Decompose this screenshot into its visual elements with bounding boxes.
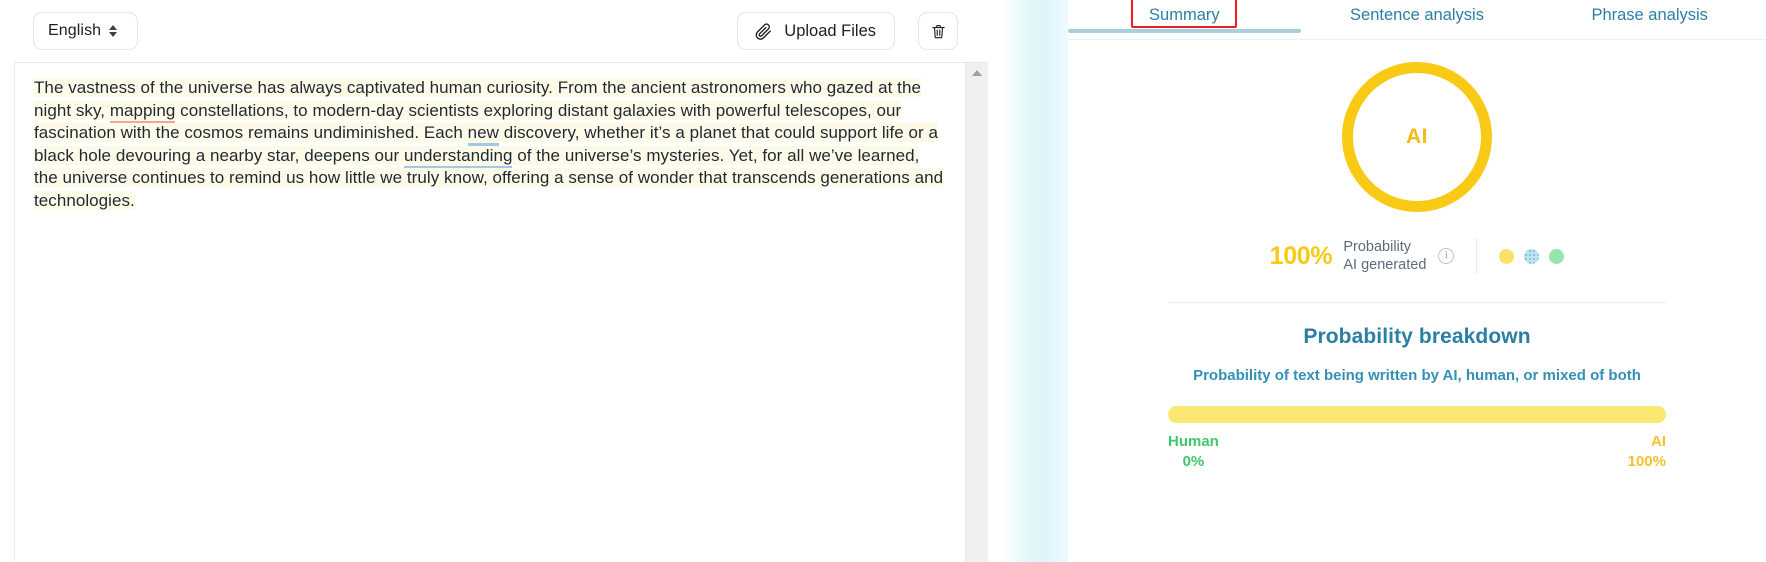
analysis-tabs: Summary Sentence analysis Phrase analysi… <box>1068 0 1766 40</box>
editor-content[interactable]: The vastness of the universe has always … <box>15 63 965 562</box>
legend-human-value: 0% <box>1182 453 1205 470</box>
chevron-updown-icon <box>109 25 118 37</box>
probability-gauge: AI 100% Probability AI generated i <box>1068 62 1766 274</box>
upload-files-label: Upload Files <box>784 21 876 40</box>
probability-breakdown-section: Probability breakdown Probability of tex… <box>1068 302 1766 472</box>
breakdown-title: Probability breakdown <box>1303 325 1531 348</box>
legend-human: Human 0% <box>1168 432 1219 472</box>
app-root: English Upload Files The vastness of the… <box>0 0 1766 562</box>
probability-description: Probability AI generated <box>1343 238 1426 274</box>
info-circle-icon[interactable]: i <box>1438 248 1455 264</box>
editor-segment-3-new[interactable]: new <box>467 123 499 147</box>
tab-active-indicator <box>1068 29 1301 33</box>
panel-divider <box>1000 0 1068 562</box>
legend-dots <box>1499 248 1565 264</box>
text-editor-area[interactable]: The vastness of the universe has always … <box>14 62 988 562</box>
legend-ai-label: AI <box>1651 433 1666 450</box>
gauge-ring-label: AI <box>1406 125 1428 148</box>
legend-human-label: Human <box>1168 433 1219 450</box>
scroll-up-arrow-icon[interactable] <box>971 70 982 76</box>
delete-button[interactable] <box>918 12 958 50</box>
language-selector-value: English <box>48 22 102 39</box>
breakdown-bar-fill <box>1168 406 1666 423</box>
editor-paragraph: The vastness of the universe has always … <box>34 77 947 213</box>
breakdown-bar-track <box>1168 406 1666 423</box>
probability-line-1: Probability <box>1343 239 1412 255</box>
analysis-panel: Summary Sentence analysis Phrase analysi… <box>1068 0 1766 562</box>
language-selector[interactable]: English <box>33 12 138 50</box>
section-divider <box>1168 302 1666 303</box>
tab-summary[interactable]: Summary <box>1068 0 1301 33</box>
vertical-divider <box>1476 238 1478 274</box>
ai-dot <box>1499 248 1515 264</box>
editor-toolbar: English Upload Files <box>0 0 1000 62</box>
paperclip-icon <box>755 22 772 40</box>
legend-ai-value: 100% <box>1627 453 1666 470</box>
breakdown-bar-legend: Human 0% AI 100% <box>1168 432 1666 472</box>
trash-icon <box>931 24 945 38</box>
editor-segment-1-mapping[interactable]: mapping <box>109 100 176 124</box>
breakdown-subtitle: Probability of text being written by AI,… <box>1193 367 1641 384</box>
mixed-dot <box>1524 248 1540 264</box>
tab-sentence-analysis-label: Sentence analysis <box>1350 6 1484 24</box>
editor-segment-5-understanding[interactable]: understanding <box>404 145 513 169</box>
tab-sentence-analysis[interactable]: Sentence analysis <box>1301 0 1534 25</box>
tab-summary-label: Summary <box>1149 6 1220 24</box>
editor-panel: English Upload Files The vastness of the… <box>0 0 1000 562</box>
probability-summary-row: 100% Probability AI generated i <box>1270 238 1565 274</box>
tab-phrase-analysis-label: Phrase analysis <box>1591 6 1708 24</box>
probability-line-2: AI generated <box>1343 257 1427 273</box>
legend-ai: AI 100% <box>1628 432 1666 472</box>
gauge-ring: AI <box>1342 62 1492 212</box>
tab-phrase-analysis[interactable]: Phrase analysis <box>1533 0 1766 25</box>
human-dot <box>1549 248 1565 264</box>
editor-scrollbar[interactable] <box>965 63 987 562</box>
probability-percent: 100% <box>1269 241 1333 270</box>
upload-files-button[interactable]: Upload Files <box>737 12 895 50</box>
